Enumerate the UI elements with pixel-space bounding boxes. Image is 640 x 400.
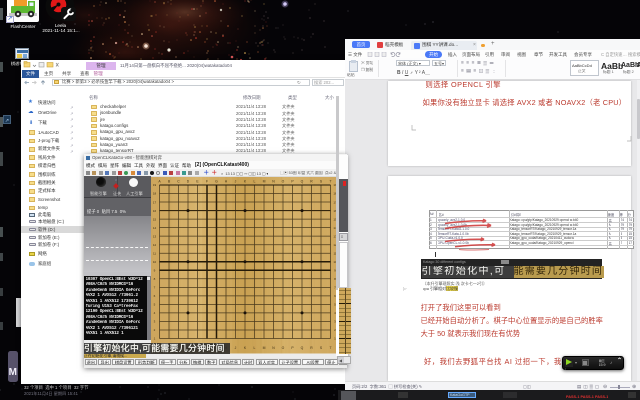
- svg-text:L: L: [253, 346, 255, 350]
- svg-text:11: 11: [152, 251, 155, 255]
- svg-text:T: T: [329, 180, 331, 184]
- svg-text:13: 13: [152, 234, 156, 238]
- svg-text:15: 15: [152, 217, 156, 221]
- svg-text:Q: Q: [300, 346, 303, 350]
- svg-text:M: M: [262, 346, 265, 350]
- svg-text:T: T: [329, 346, 331, 350]
- svg-text:17: 17: [152, 200, 156, 204]
- svg-text:10: 10: [152, 260, 156, 264]
- svg-text:16: 16: [152, 209, 156, 213]
- svg-text:J: J: [234, 346, 236, 350]
- svg-text:F: F: [205, 180, 207, 184]
- svg-text:Q: Q: [300, 180, 303, 184]
- svg-text:M: M: [262, 180, 265, 184]
- svg-text:J: J: [234, 180, 236, 184]
- svg-text:12: 12: [152, 243, 156, 247]
- svg-text:O: O: [281, 180, 284, 184]
- svg-text:19: 19: [152, 183, 156, 187]
- svg-text:G: G: [215, 180, 218, 184]
- svg-text:L: L: [253, 180, 255, 184]
- svg-text:18: 18: [152, 192, 156, 196]
- svg-text:O: O: [281, 346, 284, 350]
- svg-text:14: 14: [152, 226, 156, 230]
